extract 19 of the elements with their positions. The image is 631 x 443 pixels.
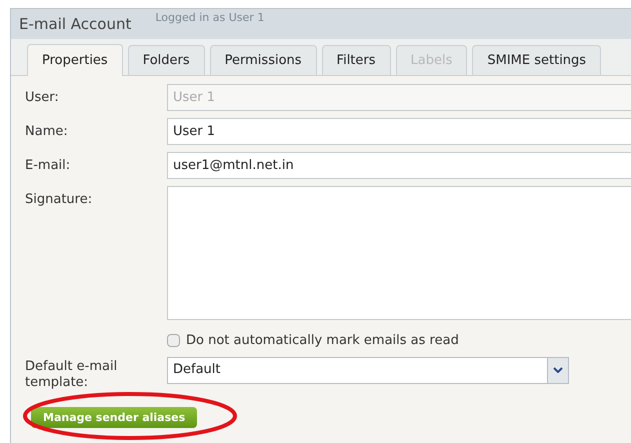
checkbox[interactable] [167,334,180,348]
chevron-down-icon [547,358,568,382]
field-label: E-mail: [25,157,72,175]
checkbox-label: Do not automatically mark emails as read [186,332,459,350]
tab[interactable]: Permissions [210,45,317,75]
field-label: User: [25,89,60,107]
field-label: Signature: [25,191,94,209]
tab[interactable]: Properties [27,44,123,76]
signature-field[interactable] [167,186,631,320]
tab[interactable]: Filters [322,45,391,75]
tab[interactable]: SMIME settings [472,45,602,75]
window-title: E-mail Account [19,14,132,35]
login-status: Logged in as User 1 [155,10,264,26]
field-label: Default e-mail template: [25,358,118,390]
input-field[interactable]: user1@mtnl.net.in [167,152,631,179]
field-label: Name: [25,123,69,141]
tab[interactable]: Folders [128,45,205,75]
template-select[interactable]: Default [167,356,569,384]
input-field[interactable]: User 1 [167,118,631,145]
